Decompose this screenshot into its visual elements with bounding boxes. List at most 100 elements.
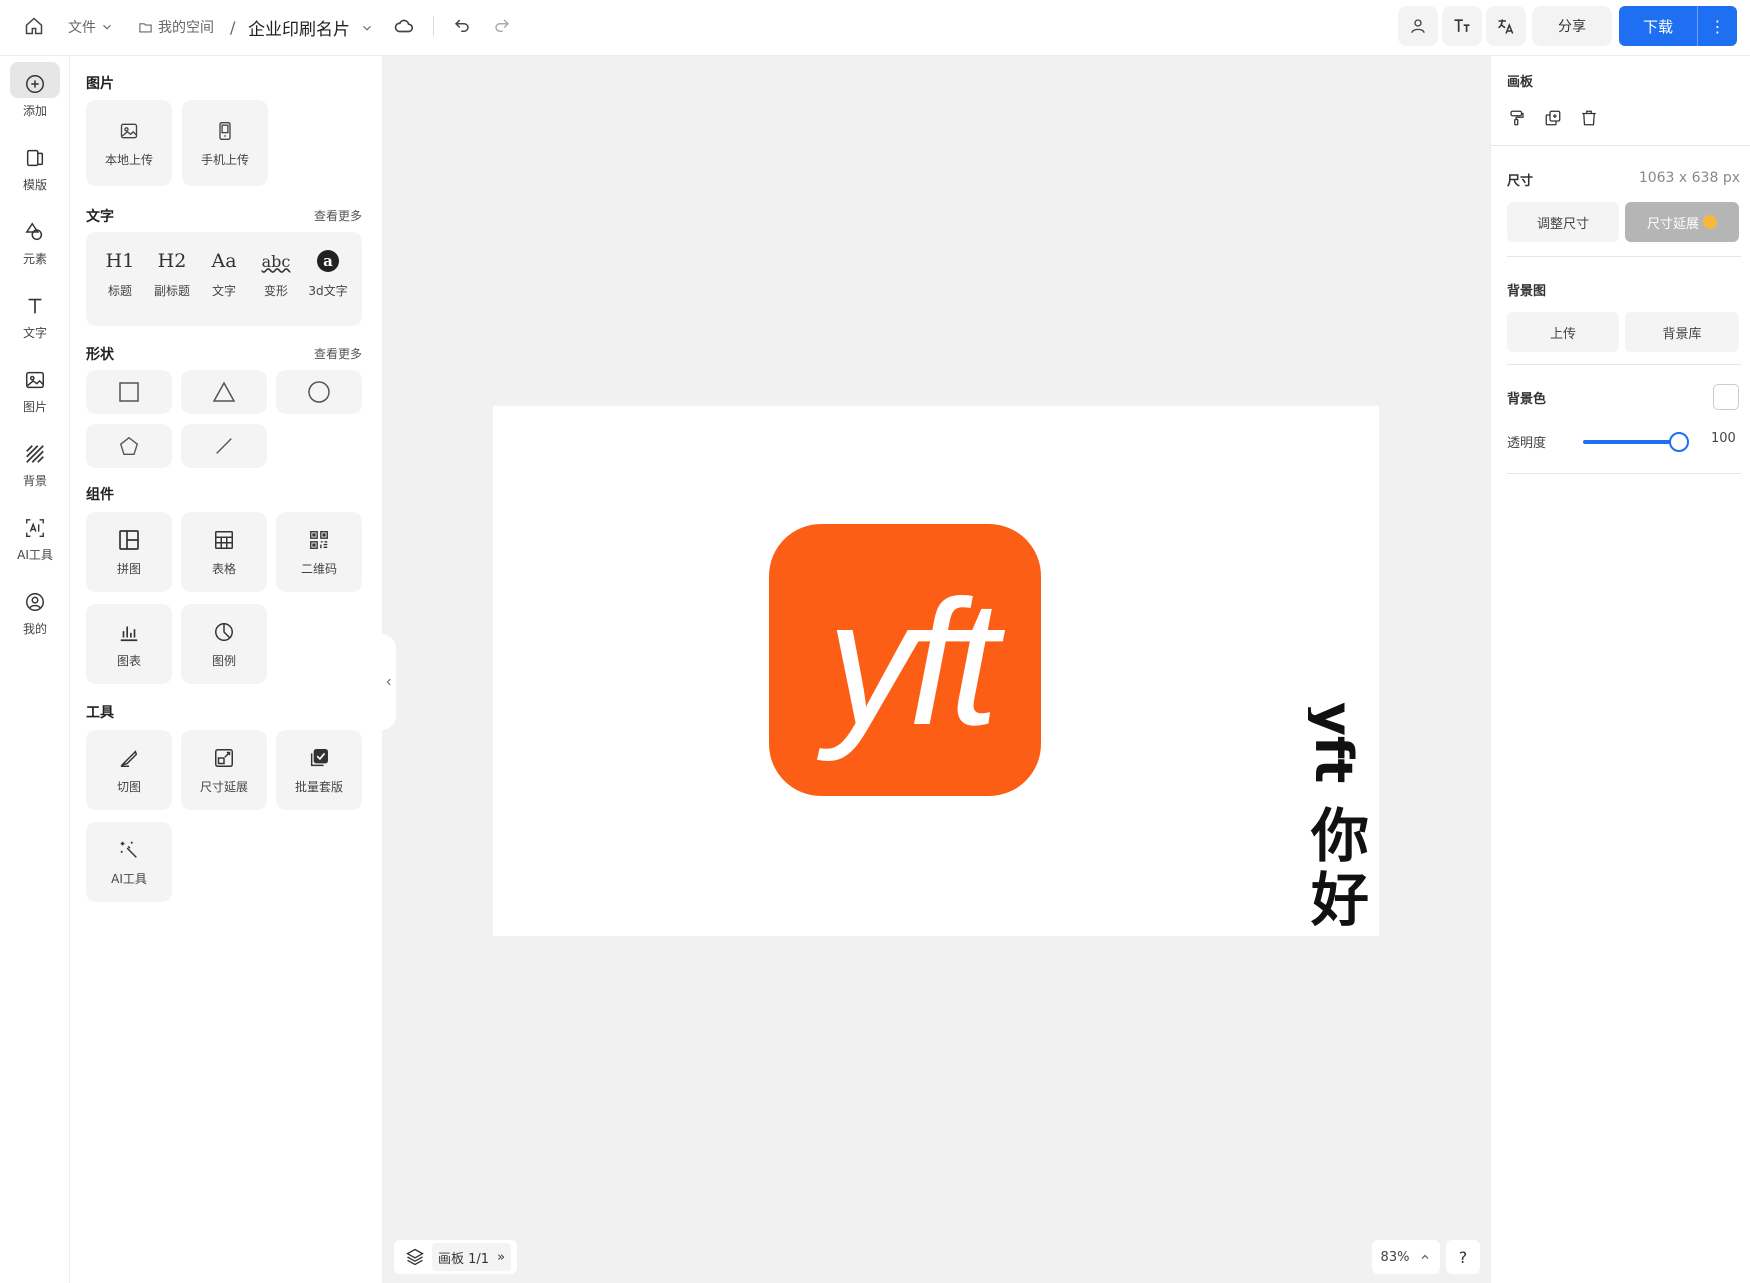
- opacity-slider-thumb[interactable]: [1669, 432, 1689, 452]
- redo-icon: [495, 19, 510, 32]
- rail-item-ai-tools[interactable]: AI工具: [0, 516, 70, 563]
- opacity-value[interactable]: 100: [1711, 431, 1736, 446]
- rail-item-text[interactable]: 文字: [0, 294, 70, 341]
- size-value: 1063 x 638 px: [1638, 170, 1740, 186]
- font-size-button[interactable]: [1442, 6, 1482, 46]
- text-preset-label: 变形: [263, 284, 288, 298]
- user-button[interactable]: [1398, 6, 1438, 46]
- redo-button[interactable]: [484, 8, 520, 44]
- card-label: 图表: [116, 653, 141, 668]
- opacity-label: 透明度: [1507, 436, 1547, 451]
- ai-tools-card[interactable]: AI工具: [86, 822, 172, 902]
- triangle-icon: [212, 381, 236, 402]
- cloud-save-button[interactable]: [386, 8, 422, 44]
- user-icon: [1411, 19, 1425, 33]
- line-icon: [216, 438, 232, 454]
- file-menu[interactable]: 文件: [68, 17, 114, 37]
- bg-library-button[interactable]: 背景库: [1625, 312, 1739, 352]
- text-preset-subheading[interactable]: H2 副标题: [146, 246, 198, 299]
- doc-title[interactable]: 企业印刷名片: [248, 15, 350, 40]
- rail-item-template[interactable]: 模版: [0, 146, 70, 193]
- text-preset-body[interactable]: Aa 文字: [198, 246, 250, 299]
- text-preset-3d[interactable]: a 3d文字: [302, 246, 354, 299]
- bg-color-swatch[interactable]: [1713, 384, 1739, 410]
- slice-card[interactable]: 切图: [86, 730, 172, 810]
- rail-item-add[interactable]: 添加: [0, 72, 70, 119]
- download-button[interactable]: 下载: [1619, 6, 1697, 46]
- card-label: 拼图: [116, 561, 141, 576]
- home-button[interactable]: [16, 8, 52, 44]
- resize-button[interactable]: 调整尺寸: [1507, 202, 1619, 242]
- collapse-panel-button[interactable]: [382, 634, 396, 730]
- size-extend-button[interactable]: 尺寸延展: [1625, 202, 1739, 242]
- yft-logo[interactable]: yft: [769, 524, 1041, 796]
- resize-icon: [212, 746, 236, 770]
- delete-button[interactable]: [1577, 106, 1601, 130]
- table-icon: [212, 528, 236, 552]
- pentagon-shape[interactable]: [86, 424, 172, 468]
- top-bar: 文件 我的空间 / 企业印刷名片 分享 下载 ⋮: [0, 0, 1750, 56]
- triangle-shape[interactable]: [181, 370, 267, 414]
- 3d-text-glyph: a: [317, 250, 339, 272]
- upload-bg-button[interactable]: 上传: [1507, 312, 1619, 352]
- undo-icon: [454, 19, 469, 32]
- section-title-components: 组件: [86, 487, 114, 503]
- vertical-text[interactable]: yft 你 好: [1308, 696, 1378, 926]
- doc-title-menu[interactable]: 企业印刷名片: [248, 15, 374, 40]
- translate-button[interactable]: [1486, 6, 1526, 46]
- page-indicator[interactable]: 画板 1/1 »: [432, 1243, 512, 1271]
- shapes-icon: [23, 220, 47, 244]
- chevron-down-icon: [363, 25, 371, 31]
- properties-panel: 画板 尺寸 1063 x 638 px 调整尺寸 尺寸延展 背景图 上传 背景库…: [1490, 56, 1750, 1283]
- rail-item-images[interactable]: 图片: [0, 368, 70, 415]
- chart-card[interactable]: 图表: [86, 604, 172, 684]
- help-button[interactable]: ?: [1446, 1240, 1480, 1274]
- local-upload-card[interactable]: 本地上传: [86, 100, 172, 186]
- pentagon-icon: [119, 436, 139, 455]
- phone-upload-card[interactable]: 手机上传: [182, 100, 268, 186]
- rail-item-mine[interactable]: 我的: [0, 590, 70, 637]
- size-extend-card[interactable]: 尺寸延展: [181, 730, 267, 810]
- circle-shape[interactable]: [276, 370, 362, 414]
- download-more-button[interactable]: ⋮: [1697, 6, 1737, 46]
- text-see-more-link[interactable]: 查看更多: [314, 207, 362, 224]
- rail-item-elements[interactable]: 元素: [0, 220, 70, 267]
- trash-icon: [1582, 110, 1596, 126]
- text-preset-warp[interactable]: abc 变形: [250, 246, 302, 299]
- qrcode-card[interactable]: 二维码: [276, 512, 362, 592]
- circle-icon: [308, 381, 330, 403]
- rail-item-background[interactable]: 背景: [0, 442, 70, 489]
- rectangle-icon: [119, 382, 139, 402]
- duplicate-button[interactable]: [1541, 106, 1565, 130]
- magic-wand-icon: [117, 838, 141, 862]
- line-shape[interactable]: [181, 424, 267, 468]
- shapes-see-more-link[interactable]: 查看更多: [314, 345, 362, 362]
- zoom-control[interactable]: 83%: [1372, 1240, 1440, 1274]
- layers-button[interactable]: [400, 1242, 430, 1272]
- table-card[interactable]: 表格: [181, 512, 267, 592]
- artboard[interactable]: yft yft 你 好: [493, 406, 1379, 936]
- breadcrumb-space[interactable]: 我的空间: [158, 17, 214, 37]
- undo-button[interactable]: [444, 8, 480, 44]
- image-icon: [23, 368, 47, 392]
- format-painter-button[interactable]: [1505, 106, 1529, 130]
- vertical-text-cjk-1: 你: [1310, 802, 1369, 870]
- size-label: 尺寸: [1507, 174, 1534, 189]
- batch-template-card[interactable]: 批量套版: [276, 730, 362, 810]
- opacity-slider-track[interactable]: [1583, 440, 1677, 444]
- add-circle-icon: [23, 72, 47, 96]
- collage-card[interactable]: 拼图: [86, 512, 172, 592]
- divider: [1491, 145, 1750, 146]
- legend-card[interactable]: 图例: [181, 604, 267, 684]
- page-controls: 画板 1/1 »: [394, 1240, 518, 1274]
- page-next-icon: »: [497, 1249, 506, 1265]
- share-button[interactable]: 分享: [1532, 6, 1612, 46]
- artboard-title: 画板: [1507, 75, 1534, 90]
- section-title-images: 图片: [86, 76, 114, 92]
- canvas-area[interactable]: yft yft 你 好 画板 1/1 » 83% ?: [382, 56, 1490, 1283]
- rail-item-label: 添加: [22, 104, 47, 118]
- card-label: 本地上传: [104, 152, 153, 167]
- rectangle-shape[interactable]: [86, 370, 172, 414]
- card-label: AI工具: [111, 871, 147, 886]
- text-preset-heading[interactable]: H1 标题: [94, 246, 146, 299]
